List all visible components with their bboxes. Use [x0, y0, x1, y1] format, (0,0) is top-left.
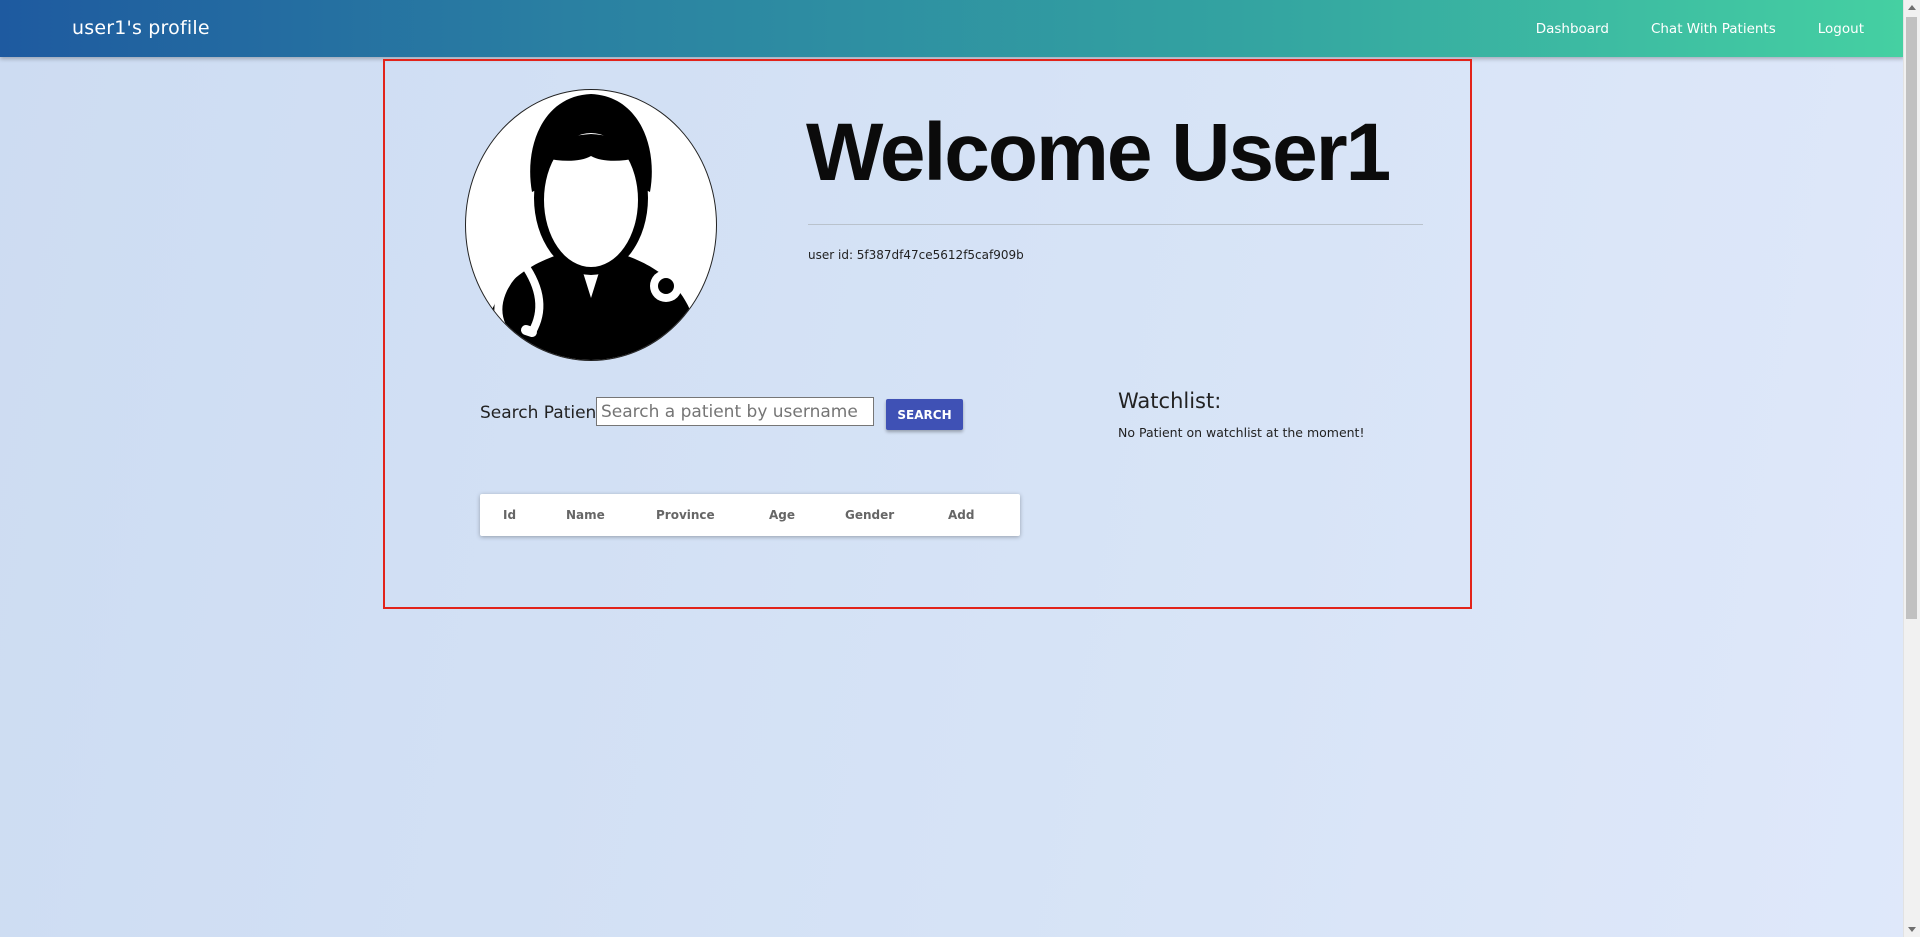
nav-link-dashboard[interactable]: Dashboard — [1536, 21, 1609, 37]
search-label: Search Patient: — [480, 403, 609, 423]
scroll-up-icon[interactable] — [1908, 5, 1916, 10]
column-header-age[interactable]: Age — [769, 508, 795, 522]
column-header-id[interactable]: Id — [503, 508, 516, 522]
watchlist-title: Watchlist: — [1118, 389, 1222, 413]
user-id-text: user id: 5f387df47ce5612f5caf909b — [808, 248, 1024, 262]
watchlist-empty-message: No Patient on watchlist at the moment! — [1118, 425, 1365, 440]
column-header-gender[interactable]: Gender — [845, 508, 894, 522]
patients-table: Id Name Province Age Gender Add — [480, 494, 1020, 536]
doctor-with-stethoscope-icon — [466, 94, 716, 360]
brand-title[interactable]: user1's profile — [72, 17, 210, 39]
nav-link-logout[interactable]: Logout — [1818, 21, 1864, 37]
column-header-province[interactable]: Province — [656, 508, 715, 522]
column-header-name[interactable]: Name — [566, 508, 605, 522]
top-navbar: user1's profile Dashboard Chat With Pati… — [0, 0, 1904, 57]
nav-link-chat-with-patients[interactable]: Chat With Patients — [1651, 21, 1776, 37]
column-header-add[interactable]: Add — [948, 508, 974, 522]
search-input[interactable] — [596, 397, 874, 426]
nav-links: Dashboard Chat With Patients Logout — [1494, 0, 1864, 57]
search-button[interactable]: SEARCH — [886, 399, 963, 430]
scroll-down-icon[interactable] — [1908, 927, 1916, 932]
avatar — [465, 89, 717, 361]
page-title: Welcome User1 — [806, 107, 1391, 198]
page-scrollbar[interactable] — [1903, 0, 1920, 937]
scrollbar-thumb[interactable] — [1906, 17, 1917, 619]
header-divider — [808, 224, 1423, 225]
